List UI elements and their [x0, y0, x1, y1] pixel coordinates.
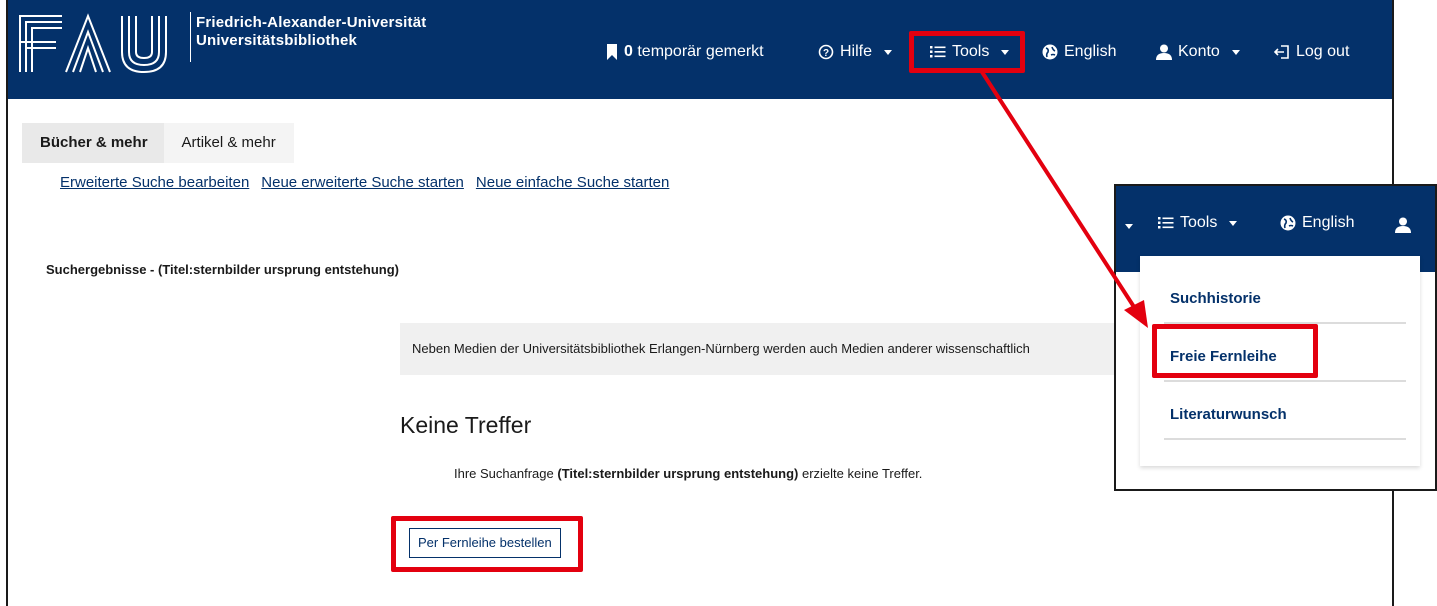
results-title: Suchergebnisse - (Titel:sternbilder ursp…	[46, 262, 399, 277]
menu-divider	[1164, 438, 1406, 440]
edit-advanced-search-link[interactable]: Erweiterte Suche bearbeiten	[60, 174, 249, 191]
help-label: Hilfe	[840, 43, 873, 60]
bookmarks-link[interactable]: 0 temporär gemerkt	[606, 40, 764, 64]
university-line2: Universitätsbibliothek	[196, 32, 358, 49]
menu-item-literature-request[interactable]: Literaturwunsch	[1170, 406, 1287, 423]
help-circle-icon: ?	[818, 44, 834, 60]
logout-icon	[1274, 45, 1289, 59]
tab-articles[interactable]: Artikel & mehr	[163, 123, 294, 163]
menu-item-search-history[interactable]: Suchhistorie	[1170, 290, 1261, 307]
free-ill-highlight	[1152, 324, 1318, 378]
no-results-suffix: erzielte keine Treffer.	[801, 466, 923, 481]
user-icon	[1156, 44, 1172, 60]
search-links: Erweiterte Suche bearbeiten Neue erweite…	[60, 174, 669, 191]
tools-highlight	[909, 31, 1025, 73]
tab-books[interactable]: Bücher & mehr	[22, 123, 164, 163]
no-results-prefix: Ihre Suchanfrage	[454, 466, 554, 481]
university-line1: Friedrich-Alexander-Universität	[196, 14, 427, 31]
bookmark-icon	[607, 44, 617, 60]
language-switch[interactable]: English	[1042, 40, 1116, 64]
logo-divider	[190, 12, 191, 62]
svg-text:?: ?	[823, 48, 829, 59]
chevron-down-icon	[884, 49, 893, 55]
help-menu[interactable]: ? Hilfe	[818, 40, 893, 64]
search-tabs: Bücher & mehr Artikel & mehr	[22, 123, 294, 163]
new-advanced-search-link[interactable]: Neue erweiterte Suche starten	[261, 174, 464, 191]
language-label: English	[1064, 43, 1117, 60]
inset-language-switch[interactable]: English	[1280, 214, 1354, 232]
menu-divider	[1164, 380, 1406, 382]
button-highlight	[391, 516, 583, 572]
no-results-heading: Keine Treffer	[400, 412, 532, 438]
logout-label: Log out	[1296, 43, 1350, 60]
globe-icon	[1042, 44, 1058, 60]
account-label: Konto	[1178, 43, 1220, 60]
fau-logo[interactable]	[16, 12, 186, 74]
no-results-query: (Titel:sternbilder ursprung entstehung)	[557, 466, 799, 481]
globe-icon	[1280, 215, 1296, 231]
header-bar: Friedrich-Alexander-Universität Universi…	[8, 0, 1392, 99]
bookmarks-label: temporär gemerkt	[637, 43, 764, 60]
user-icon	[1395, 217, 1411, 233]
inset-tools-label: Tools	[1180, 214, 1218, 231]
university-name: Friedrich-Alexander-Universität Universi…	[196, 14, 426, 50]
inset-language-label: English	[1302, 214, 1355, 231]
chevron-down-icon	[1125, 224, 1133, 229]
bookmarks-count: 0	[624, 43, 633, 60]
logout-link[interactable]: Log out	[1274, 40, 1349, 64]
inset-tools-menu[interactable]: Tools	[1158, 214, 1238, 232]
new-simple-search-link[interactable]: Neue einfache Suche starten	[476, 174, 669, 191]
list-icon	[1158, 217, 1174, 229]
chevron-down-icon	[1231, 49, 1240, 55]
account-menu[interactable]: Konto	[1156, 40, 1240, 64]
chevron-down-icon	[1229, 220, 1238, 226]
no-results-message: Ihre Suchanfrage (Titel:sternbilder ursp…	[454, 466, 922, 481]
